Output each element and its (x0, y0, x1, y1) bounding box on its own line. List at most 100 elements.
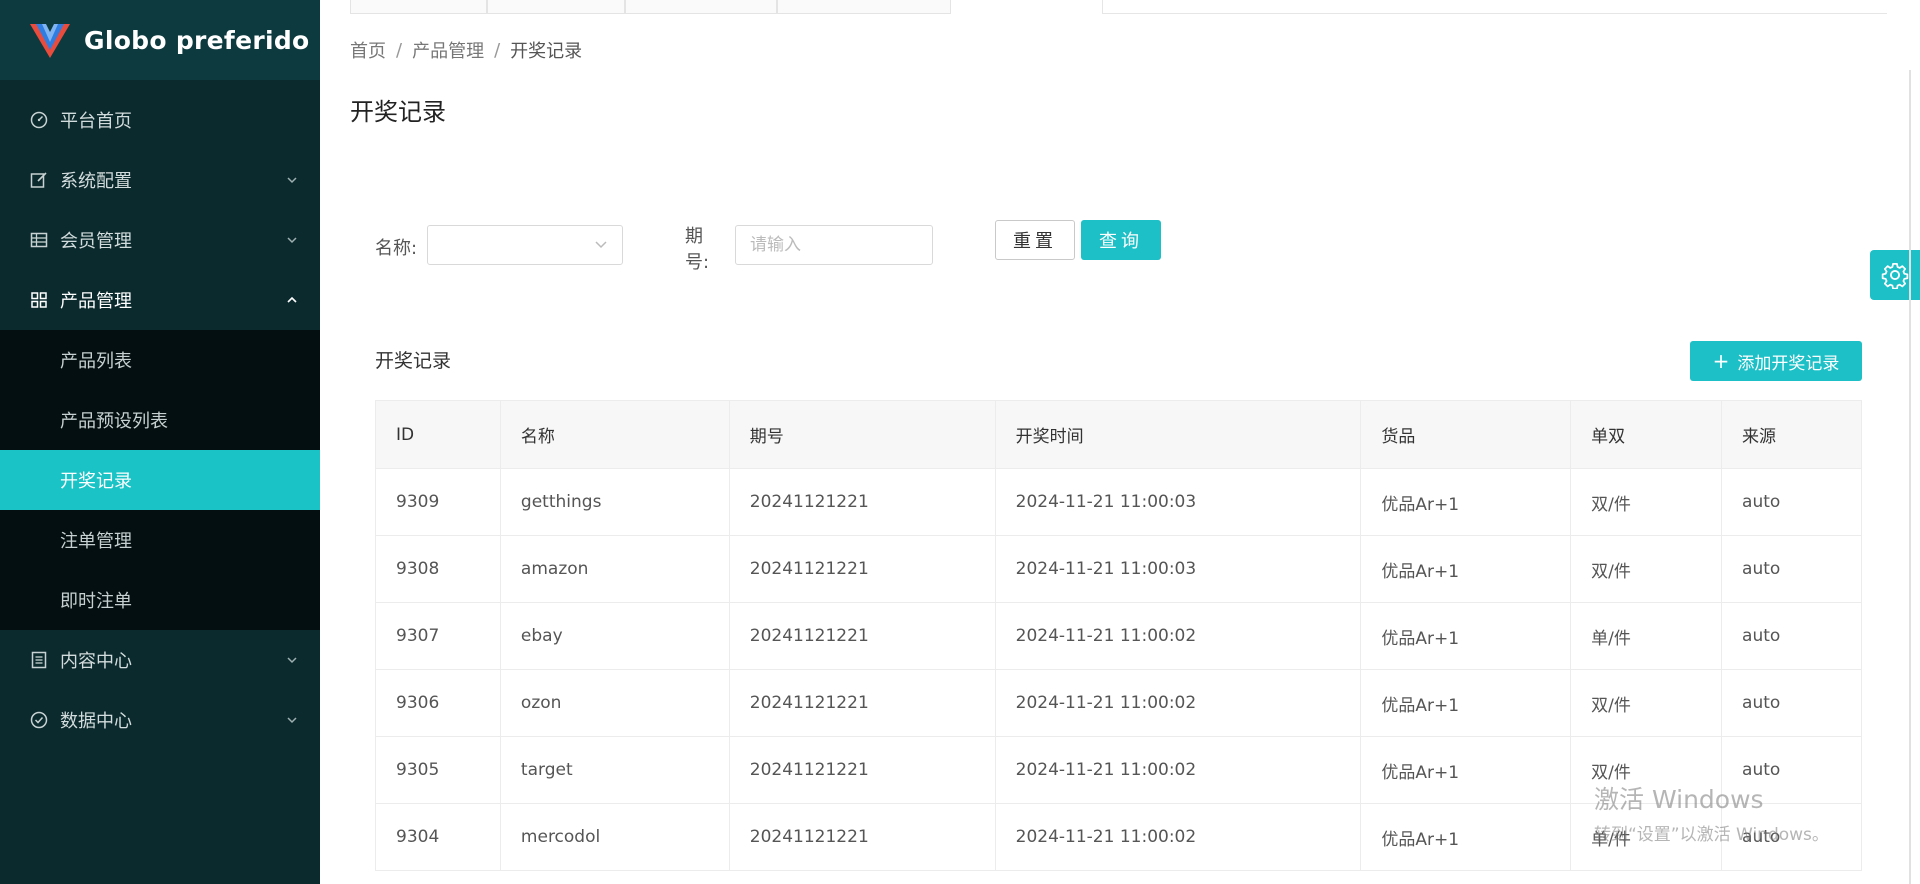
chevron-down-icon (595, 241, 607, 249)
cell-name: amazon (499, 535, 730, 603)
column-header-name[interactable]: 名称 (499, 400, 730, 469)
cell-period: 20241121221 (728, 535, 996, 603)
cell-draw-time: 2024-11-21 11:00:03 (994, 468, 1362, 536)
name-label: 名称: (375, 238, 418, 259)
cell-name: getthings (499, 468, 730, 536)
cell-id: 9305 (375, 736, 501, 804)
submenu-item-order-management[interactable]: 注单管理 (0, 510, 320, 570)
add-draw-record-button[interactable]: + 添加开奖记录 (1690, 341, 1862, 381)
document-icon (30, 651, 48, 669)
filter-bar: 名称: 期 号: 重置 查询 (375, 218, 1195, 273)
cell-goods: 优品Ar+1 (1360, 468, 1572, 536)
table-row[interactable]: 9306 ozon 20241121221 2024-11-21 11:00:02 优品… (375, 669, 1862, 737)
cell-source: auto (1721, 669, 1862, 737)
add-button-label: 添加开奖记录 (1737, 353, 1840, 374)
submenu-item-live-orders[interactable]: 即时注单 (0, 570, 320, 630)
watermark-line1: 激活 Windows (1594, 785, 1764, 814)
sidebar-item-members[interactable]: 会员管理 (0, 210, 320, 270)
reset-button[interactable]: 重置 (995, 220, 1075, 260)
chevron-up-icon (287, 296, 297, 303)
tab-2[interactable] (487, 0, 625, 14)
windows-activation-watermark: 激活 Windows 转到“设置”以激活 Windows。 (1594, 780, 1829, 845)
sidebar-menu: 平台首页 系统配置 会员管理 产品管理 产品列表 产品预设列表 开奖记录 注单管… (0, 80, 320, 750)
chevron-down-icon (287, 177, 297, 184)
table-row[interactable]: 9308 amazon 20241121221 2024-11-21 11:00:03… (375, 535, 1862, 603)
cell-draw-time: 2024-11-21 11:00:02 (994, 803, 1362, 871)
tab-3[interactable] (625, 0, 777, 14)
check-circle-icon (30, 711, 48, 729)
breadcrumb-separator: / (396, 39, 403, 61)
sidebar-item-content-center[interactable]: 内容中心 (0, 630, 320, 690)
sidebar-item-label: 产品管理 (60, 291, 132, 312)
cell-draw-time: 2024-11-21 11:00:02 (994, 736, 1362, 804)
cell-id: 9307 (375, 602, 501, 670)
submenu-item-product-preset-list[interactable]: 产品预设列表 (0, 390, 320, 450)
column-header-goods[interactable]: 货品 (1360, 400, 1572, 469)
period-label-line1: 期 (685, 226, 703, 247)
column-header-id[interactable]: ID (375, 400, 501, 469)
tab-4[interactable] (777, 0, 951, 14)
products-submenu: 产品列表 产品预设列表 开奖记录 注单管理 即时注单 (0, 330, 320, 630)
page-scrollbar[interactable] (1904, 0, 1920, 884)
chevron-down-icon (287, 237, 297, 244)
column-header-draw-time[interactable]: 开奖时间 (994, 400, 1362, 469)
name-select[interactable] (427, 225, 623, 265)
cell-odd-even: 单/件 (1570, 602, 1723, 670)
submenu-item-product-list[interactable]: 产品列表 (0, 330, 320, 390)
cell-source: auto (1721, 602, 1862, 670)
breadcrumb-separator: / (494, 39, 501, 61)
cell-goods: 优品Ar+1 (1360, 669, 1572, 737)
logo-icon (30, 24, 70, 58)
page-title: 开奖记录 (350, 98, 446, 126)
sidebar-item-system-config[interactable]: 系统配置 (0, 150, 320, 210)
period-input[interactable] (735, 225, 933, 265)
table-icon (30, 231, 48, 249)
cell-odd-even: 双/件 (1570, 535, 1723, 603)
breadcrumb-home[interactable]: 首页 (350, 37, 386, 63)
sidebar-item-label: 会员管理 (60, 231, 132, 252)
cell-goods: 优品Ar+1 (1360, 602, 1572, 670)
logo-area[interactable]: Globo preferido (0, 0, 320, 80)
edit-icon (30, 171, 48, 189)
cell-id: 9304 (375, 803, 501, 871)
column-header-source[interactable]: 来源 (1721, 400, 1862, 469)
table-row[interactable]: 9309 getthings 20241121221 2024-11-21 11:00… (375, 468, 1862, 536)
cell-id: 9306 (375, 669, 501, 737)
column-header-odd-even[interactable]: 单双 (1570, 400, 1723, 469)
sidebar-item-label: 系统配置 (60, 171, 132, 192)
cell-period: 20241121221 (728, 803, 996, 871)
cell-draw-time: 2024-11-21 11:00:02 (994, 602, 1362, 670)
cell-odd-even: 双/件 (1570, 468, 1723, 536)
cell-name: ebay (499, 602, 730, 670)
cell-period: 20241121221 (728, 669, 996, 737)
cell-draw-time: 2024-11-21 11:00:02 (994, 669, 1362, 737)
breadcrumb: 首页 / 产品管理 / 开奖记录 (350, 37, 582, 63)
table-row[interactable]: 9307 ebay 20241121221 2024-11-21 11:00:02 优品… (375, 602, 1862, 670)
grid-icon (30, 291, 48, 309)
breadcrumb-products[interactable]: 产品管理 (412, 37, 484, 63)
column-header-period[interactable]: 期号 (728, 400, 996, 469)
sidebar-item-products[interactable]: 产品管理 (0, 270, 320, 330)
watermark-line2: 转到“设置”以激活 Windows。 (1594, 825, 1829, 845)
scrollbar-thumb[interactable] (1909, 70, 1911, 884)
tab-1[interactable] (350, 0, 487, 14)
cell-odd-even: 双/件 (1570, 669, 1723, 737)
submenu-item-draw-records[interactable]: 开奖记录 (0, 450, 320, 510)
cell-name: target (499, 736, 730, 804)
cell-source: auto (1721, 535, 1862, 603)
plus-icon: + (1712, 349, 1730, 373)
tabs-strip (350, 0, 1887, 14)
sidebar-item-data-center[interactable]: 数据中心 (0, 690, 320, 750)
cell-period: 20241121221 (728, 602, 996, 670)
query-button[interactable]: 查询 (1081, 220, 1161, 260)
sidebar-item-dashboard[interactable]: 平台首页 (0, 90, 320, 150)
cell-source: auto (1721, 468, 1862, 536)
period-label-line2: 号: (685, 252, 710, 273)
sidebar-item-label: 平台首页 (60, 111, 132, 132)
breadcrumb-current: 开奖记录 (510, 41, 583, 62)
cell-name: mercodol (499, 803, 730, 871)
cell-draw-time: 2024-11-21 11:00:03 (994, 535, 1362, 603)
chevron-down-icon (287, 717, 297, 724)
cell-goods: 优品Ar+1 (1360, 535, 1572, 603)
sidebar-item-label: 数据中心 (60, 711, 132, 732)
